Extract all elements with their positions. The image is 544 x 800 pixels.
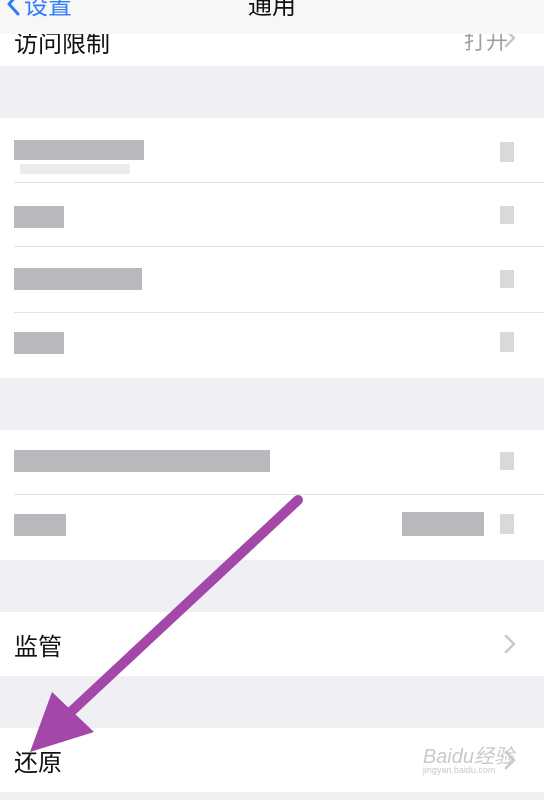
annotation-arrow-icon [30, 495, 303, 752]
